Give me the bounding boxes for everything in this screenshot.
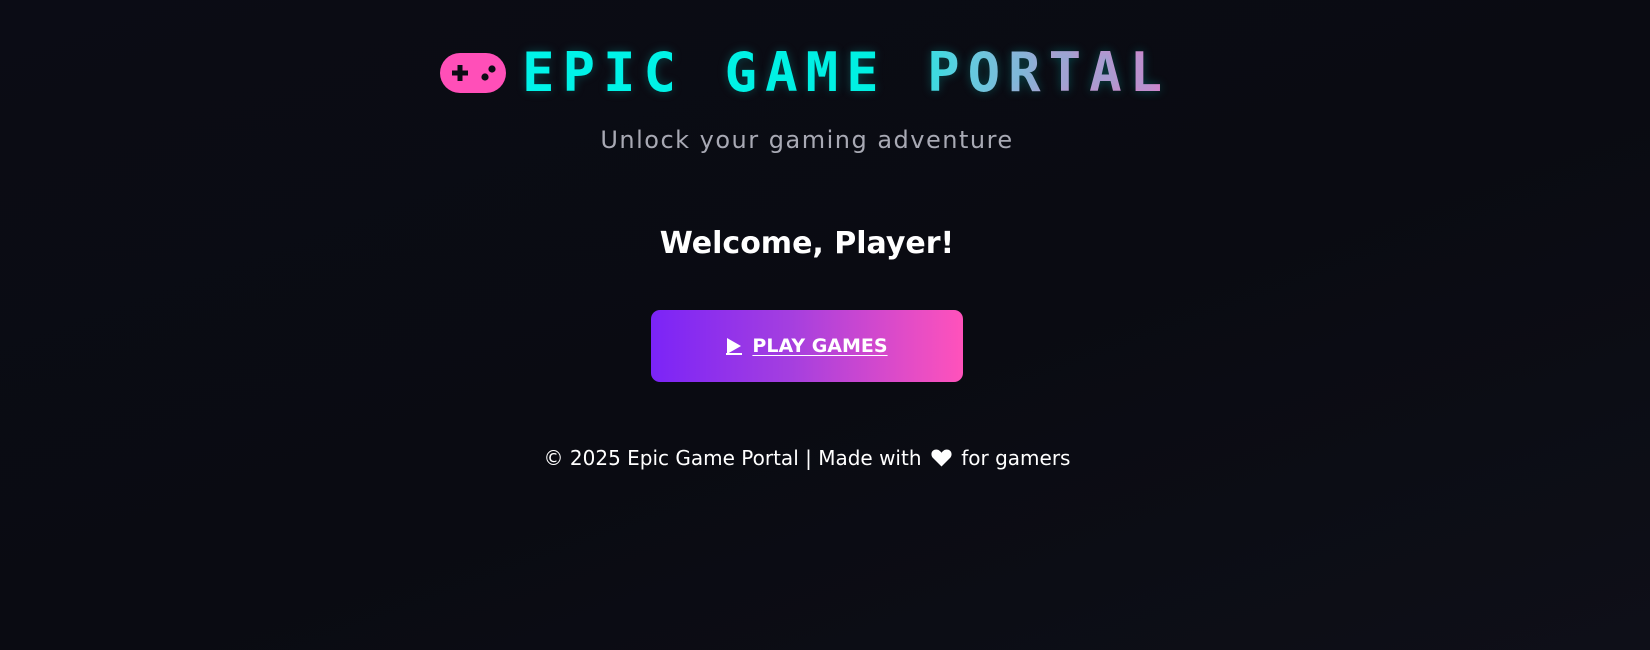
footer: © 2025 Epic Game Portal | Made with for … [0, 446, 1614, 470]
footer-suffix: for gamers [961, 446, 1071, 470]
play-icon [726, 337, 743, 355]
welcome-heading: Welcome, Player! [659, 226, 955, 261]
heart-icon [931, 449, 952, 467]
play-games-button[interactable]: PLAY GAMES [651, 310, 963, 382]
subtitle: Unlock your gaming adventure [600, 126, 1014, 154]
page: EPIC GAME PORTAL Unlock your gaming adve… [0, 0, 1650, 650]
site-title: EPIC GAME PORTAL [522, 41, 1171, 104]
play-games-label: PLAY GAMES [752, 335, 888, 357]
logo: EPIC GAME PORTAL [440, 44, 1170, 102]
footer-prefix: © 2025 Epic Game Portal | Made with [543, 446, 922, 470]
gamepad-icon [440, 53, 506, 93]
